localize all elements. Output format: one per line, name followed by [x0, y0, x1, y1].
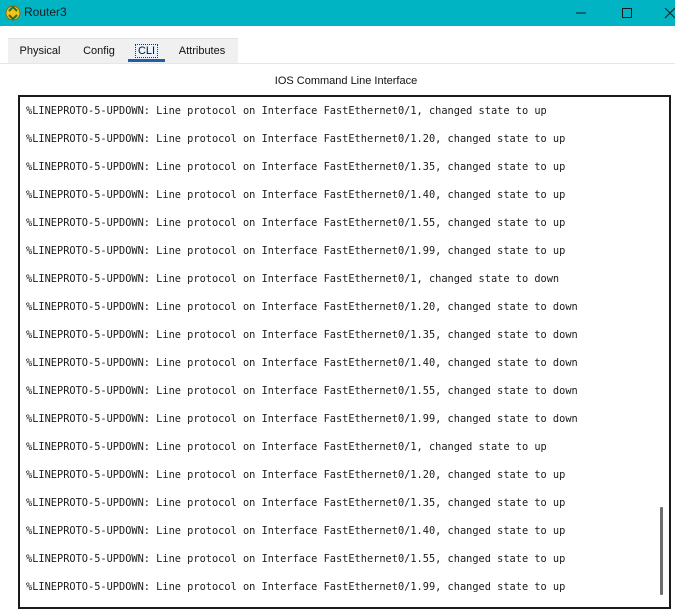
cli-line: %LINEPROTO-5-UPDOWN: Line protocol on In…: [26, 385, 578, 397]
tab-strip: Physical Config CLI Attributes: [0, 26, 675, 64]
minimize-icon: [576, 12, 586, 14]
cli-line: %LINEPROTO-5-UPDOWN: Line protocol on In…: [26, 469, 566, 481]
cli-line: %LINEPROTO-5-UPDOWN: Line protocol on In…: [26, 497, 566, 509]
maximize-icon: [622, 8, 632, 18]
cli-line: %LINEPROTO-5-UPDOWN: Line protocol on In…: [26, 189, 566, 201]
cli-line: %LINEPROTO-5-UPDOWN: Line protocol on In…: [26, 329, 578, 341]
cli-line: %LINEPROTO-5-UPDOWN: Line protocol on In…: [26, 301, 578, 313]
minimize-button[interactable]: [558, 0, 604, 26]
router-app-icon: [4, 4, 22, 22]
close-button[interactable]: [650, 0, 675, 26]
title-bar[interactable]: Router3: [0, 0, 675, 26]
cli-line: %LINEPROTO-5-UPDOWN: Line protocol on In…: [26, 553, 566, 565]
tab-attributes[interactable]: Attributes: [172, 38, 232, 62]
cli-line: %LINEPROTO-5-UPDOWN: Line protocol on In…: [26, 581, 566, 593]
tab-label-config: Config: [83, 45, 115, 57]
close-icon: [664, 7, 675, 19]
tab-config[interactable]: Config: [78, 38, 120, 62]
tab-label-cli: CLI: [134, 44, 159, 58]
scrollbar-thumb[interactable]: [660, 507, 663, 595]
cli-line: %LINEPROTO-5-UPDOWN: Line protocol on In…: [26, 133, 566, 145]
cli-line: %LINEPROTO-5-UPDOWN: Line protocol on In…: [26, 525, 566, 537]
cli-output: %LINEPROTO-5-UPDOWN: Line protocol on In…: [26, 104, 578, 607]
section-title: IOS Command Line Interface: [274, 75, 418, 87]
cli-line: %LINEPROTO-5-UPDOWN: Line protocol on In…: [26, 413, 578, 425]
active-tab-indicator: [128, 59, 165, 62]
tab-physical[interactable]: Physical: [12, 38, 68, 62]
cli-line: %LINEPROTO-5-UPDOWN: Line protocol on In…: [26, 245, 566, 257]
cli-line: %LINEPROTO-5-UPDOWN: Line protocol on In…: [26, 441, 547, 453]
cli-line: %LINEPROTO-5-UPDOWN: Line protocol on In…: [26, 273, 560, 285]
cli-line: %LINEPROTO-5-UPDOWN: Line protocol on In…: [26, 357, 578, 369]
cli-line: %LINEPROTO-5-UPDOWN: Line protocol on In…: [26, 105, 547, 117]
maximize-button[interactable]: [604, 0, 650, 26]
tab-label-attributes: Attributes: [178, 45, 226, 57]
vertical-scrollbar[interactable]: [660, 97, 663, 607]
window-title: Router3: [24, 5, 67, 19]
tab-label-physical: Physical: [19, 45, 61, 57]
cli-line: %LINEPROTO-5-UPDOWN: Line protocol on In…: [26, 161, 566, 173]
router-window: Router3 Physical Config CLI Attributes I…: [0, 0, 675, 613]
cli-terminal[interactable]: %LINEPROTO-5-UPDOWN: Line protocol on In…: [18, 95, 671, 609]
cli-line: %LINEPROTO-5-UPDOWN: Line protocol on In…: [26, 217, 566, 229]
